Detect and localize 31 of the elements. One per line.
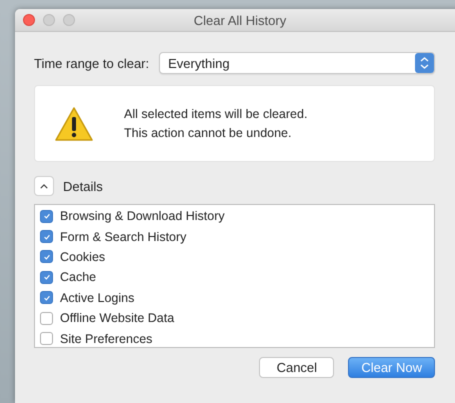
time-range-dropdown[interactable]: Everything bbox=[159, 52, 435, 74]
caret-icon bbox=[40, 184, 48, 188]
time-range-label: Time range to clear: bbox=[34, 56, 150, 70]
checkbox-label: Cookies bbox=[60, 250, 106, 264]
warning-text: This action cannot be undone. bbox=[124, 126, 292, 140]
checkbox-label: Form & Search History bbox=[60, 230, 186, 244]
checkmark-icon bbox=[42, 294, 50, 302]
checkmark-icon bbox=[42, 212, 50, 220]
cancel-button[interactable]: Cancel bbox=[259, 357, 334, 378]
checkbox-label: Offline Website Data bbox=[60, 311, 174, 326]
window-title: Clear All History bbox=[192, 12, 286, 28]
checkbox-label: Cache bbox=[60, 270, 96, 284]
stepper-icon bbox=[415, 53, 434, 73]
checkmark-icon bbox=[42, 232, 50, 241]
details-label: Details bbox=[63, 178, 103, 194]
details-toggle-button[interactable] bbox=[34, 176, 54, 196]
checkbox[interactable] bbox=[40, 230, 53, 244]
warning-icon bbox=[54, 106, 94, 142]
checkbox[interactable] bbox=[40, 312, 53, 325]
checkmark-icon bbox=[42, 273, 50, 282]
close-button[interactable] bbox=[23, 14, 35, 26]
checkbox-label: Active Logins bbox=[60, 290, 134, 305]
checkbox[interactable] bbox=[40, 270, 53, 284]
checkbox-label: Site Preferences bbox=[60, 332, 152, 346]
checkbox[interactable] bbox=[40, 250, 53, 264]
warning-text: All selected items will be cleared. bbox=[124, 107, 308, 121]
checkbox-label: Browsing & Download History bbox=[60, 209, 225, 224]
checkbox[interactable] bbox=[40, 332, 53, 346]
checkmark-icon bbox=[42, 252, 50, 261]
checkbox[interactable] bbox=[40, 210, 53, 223]
checkbox[interactable] bbox=[40, 291, 53, 304]
